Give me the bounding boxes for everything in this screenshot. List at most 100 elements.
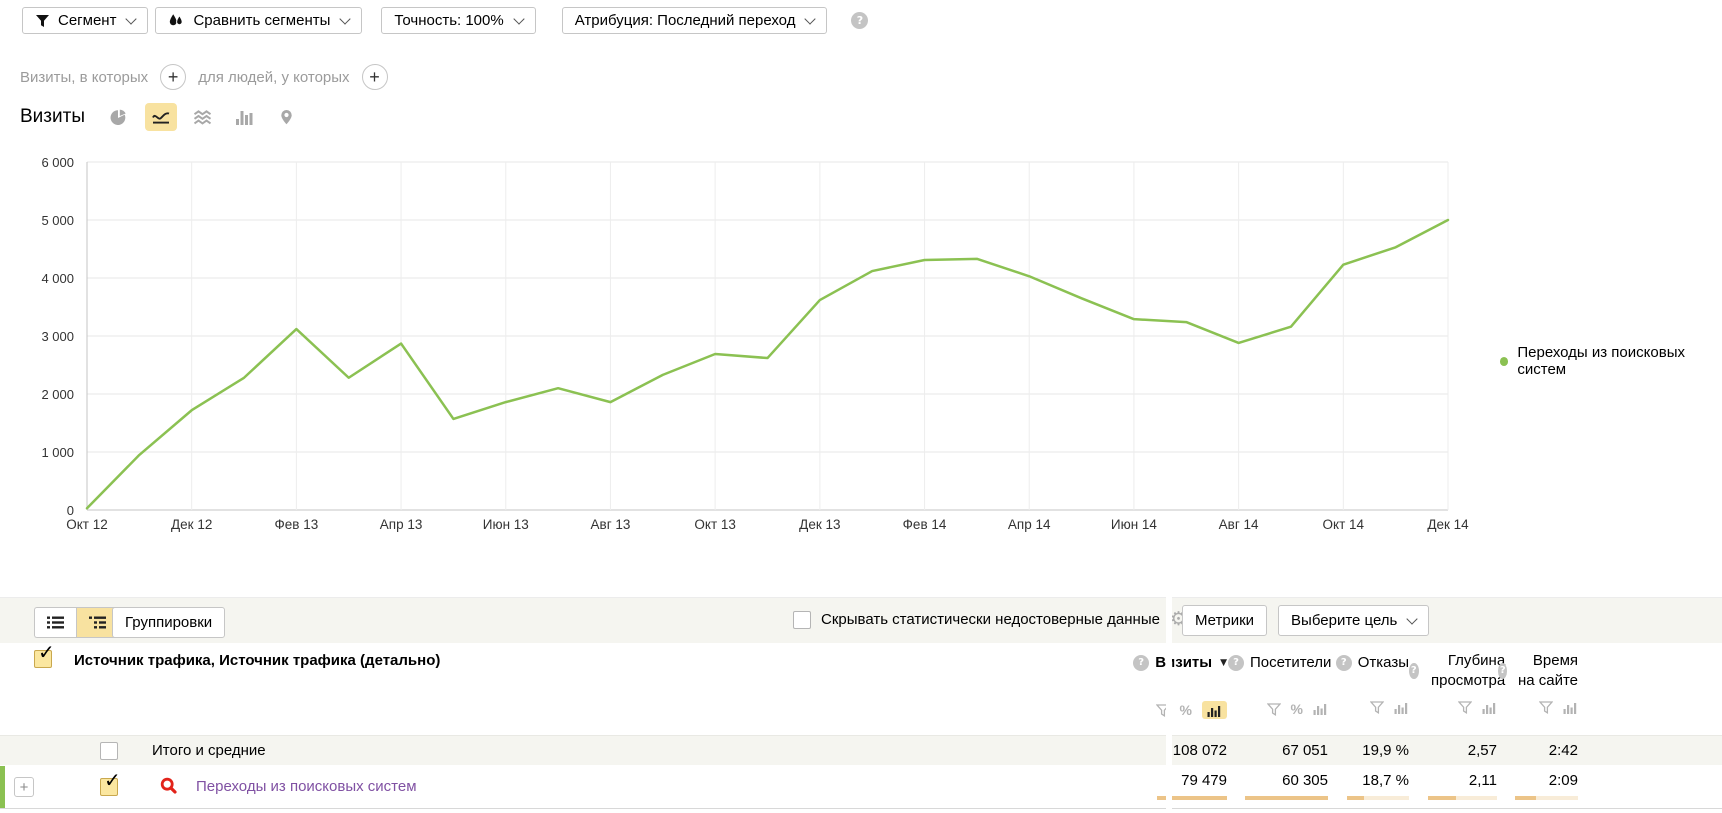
column-label: Визиты: [1155, 653, 1212, 673]
totals-row: Итого и средние 108 072 67 051 19,9 % 2,…: [0, 735, 1722, 765]
help-icon[interactable]: ?: [1228, 655, 1244, 671]
svg-text:Окт 14: Окт 14: [1323, 517, 1365, 532]
attribution-label: Атрибуция: Последний переход: [575, 12, 796, 29]
filter-funnel-icon[interactable]: [1458, 701, 1472, 714]
hide-unreliable-group: Скрывать статистически недостоверные дан…: [793, 610, 1187, 629]
column-header-visits[interactable]: ? Визиты ▼: [1127, 651, 1227, 673]
svg-text:Фев 13: Фев 13: [275, 517, 319, 532]
choose-goal-button[interactable]: Выберите цель: [1278, 605, 1429, 636]
svg-text:Авг 14: Авг 14: [1219, 517, 1259, 532]
row-checkbox[interactable]: ✓: [100, 778, 118, 796]
column-chart-type-button[interactable]: [229, 103, 261, 131]
bar-display-icon-selected[interactable]: [1202, 701, 1227, 719]
help-icon[interactable]: ?: [1409, 663, 1419, 679]
chevron-down-icon: [126, 13, 137, 24]
groupings-button[interactable]: Группировки: [112, 607, 225, 638]
bar-display-icon[interactable]: [1313, 703, 1328, 715]
bar-display-icon[interactable]: [1394, 702, 1409, 714]
top-toolbar: Сегмент Сравнить сегменты Точность: 100%…: [22, 7, 868, 34]
svg-text:Дек 12: Дек 12: [171, 517, 212, 532]
column-tools-visitors: %: [1228, 701, 1328, 717]
filter-funnel-icon[interactable]: [1267, 703, 1281, 716]
people-condition-label: для людей, у которых: [198, 69, 349, 86]
row-time: 2:09: [1498, 772, 1578, 790]
segment-button[interactable]: Сегмент: [22, 7, 148, 34]
filter-funnel-icon[interactable]: [1370, 701, 1384, 714]
legend-label: Переходы из поисковых систем: [1517, 344, 1722, 378]
row-visits: 79 479: [1127, 772, 1227, 790]
dimension-header: ✓ Источник трафика, Источник трафика (де…: [34, 650, 440, 669]
filter-funnel-icon[interactable]: [1539, 701, 1553, 714]
expand-row-button[interactable]: +: [14, 777, 34, 797]
column-tools-bounce: [1329, 701, 1409, 714]
column-label: Отказы: [1358, 653, 1409, 673]
chevron-down-icon: [1407, 613, 1418, 624]
metric-bar: [1347, 796, 1409, 800]
area-chart-type-button[interactable]: [187, 103, 219, 131]
help-icon[interactable]: ?: [1133, 655, 1149, 671]
totals-visits: 108 072: [1127, 736, 1227, 766]
legend-dot: [1500, 357, 1508, 366]
svg-text:0: 0: [67, 503, 74, 518]
column-header-time[interactable]: ? Время на сайте: [1498, 651, 1578, 691]
legend-item[interactable]: Переходы из поисковых систем: [1500, 344, 1722, 378]
bar-display-icon[interactable]: [1482, 702, 1497, 714]
compare-segments-label: Сравнить сегменты: [193, 12, 330, 29]
metric-bar: [1428, 796, 1497, 800]
help-icon[interactable]: ?: [1336, 655, 1352, 671]
attribution-button[interactable]: Атрибуция: Последний переход: [562, 7, 828, 34]
svg-text:Фев 14: Фев 14: [903, 517, 947, 532]
map-pin-icon: [280, 109, 293, 125]
segment-builder-row: Визиты, в которых + для людей, у которых…: [20, 64, 388, 90]
svg-text:Авг 13: Авг 13: [591, 517, 631, 532]
precision-button[interactable]: Точность: 100%: [381, 7, 535, 34]
svg-text:6 000: 6 000: [41, 155, 74, 170]
line-chart-type-button[interactable]: [145, 103, 177, 131]
chart-title: Визиты: [20, 106, 85, 128]
list-view-button[interactable]: [34, 607, 76, 638]
svg-text:4 000: 4 000: [41, 271, 74, 286]
bar-display-icon[interactable]: [1563, 702, 1578, 714]
sort-desc-icon: ▼: [1220, 653, 1227, 673]
add-visit-condition-button[interactable]: +: [160, 64, 186, 90]
column-tools-visits: %: [1127, 701, 1227, 719]
dimension-title: Источник трафика, Источник трафика (дета…: [74, 650, 440, 669]
column-label: Время на сайте: [1513, 651, 1578, 691]
map-chart-type-button[interactable]: [271, 103, 303, 131]
totals-label: Итого и средние: [152, 736, 266, 766]
line-chart-icon: [151, 110, 171, 125]
visits-condition-label: Визиты, в которых: [20, 69, 148, 86]
totals-bounce: 19,9 %: [1329, 736, 1409, 766]
column-tools-depth: [1409, 701, 1497, 714]
table-toolbar-band: Группировки Скрывать статистически недос…: [0, 597, 1722, 643]
totals-time: 2:42: [1498, 736, 1578, 766]
help-icon[interactable]: ?: [1498, 663, 1507, 679]
hide-unreliable-label: Скрывать статистически недостоверные дан…: [821, 611, 1160, 628]
hide-unreliable-checkbox[interactable]: [793, 611, 811, 629]
column-header-bounce[interactable]: ? Отказы: [1329, 651, 1409, 673]
pie-icon: [110, 109, 127, 126]
list-icon: [47, 616, 64, 629]
totals-checkbox[interactable]: [100, 742, 118, 760]
series-color-stripe: [0, 766, 5, 808]
column-header-depth[interactable]: ? Глубина просмотра: [1409, 651, 1497, 691]
row-link[interactable]: Переходы из поисковых систем: [196, 778, 417, 795]
pie-chart-type-button[interactable]: [103, 103, 135, 131]
percent-icon[interactable]: %: [1180, 702, 1192, 718]
svg-text:3 000: 3 000: [41, 329, 74, 344]
drops-icon: [168, 13, 185, 28]
compare-segments-button[interactable]: Сравнить сегменты: [155, 7, 362, 34]
view-toggle: [34, 607, 118, 638]
help-icon[interactable]: ?: [851, 12, 868, 29]
svg-text:2 000: 2 000: [41, 387, 74, 402]
metrics-button[interactable]: Метрики: [1182, 605, 1267, 636]
percent-icon[interactable]: %: [1291, 701, 1303, 717]
totals-depth: 2,57: [1409, 736, 1497, 766]
column-header-visitors[interactable]: ? Посетители: [1228, 651, 1328, 673]
column-label: Глубина просмотра: [1425, 651, 1506, 691]
add-people-condition-button[interactable]: +: [362, 64, 388, 90]
svg-text:Апр 13: Апр 13: [380, 517, 423, 532]
svg-text:1 000: 1 000: [41, 445, 74, 460]
dimension-checkbox[interactable]: ✓: [34, 650, 52, 668]
waves-icon: [193, 110, 212, 125]
